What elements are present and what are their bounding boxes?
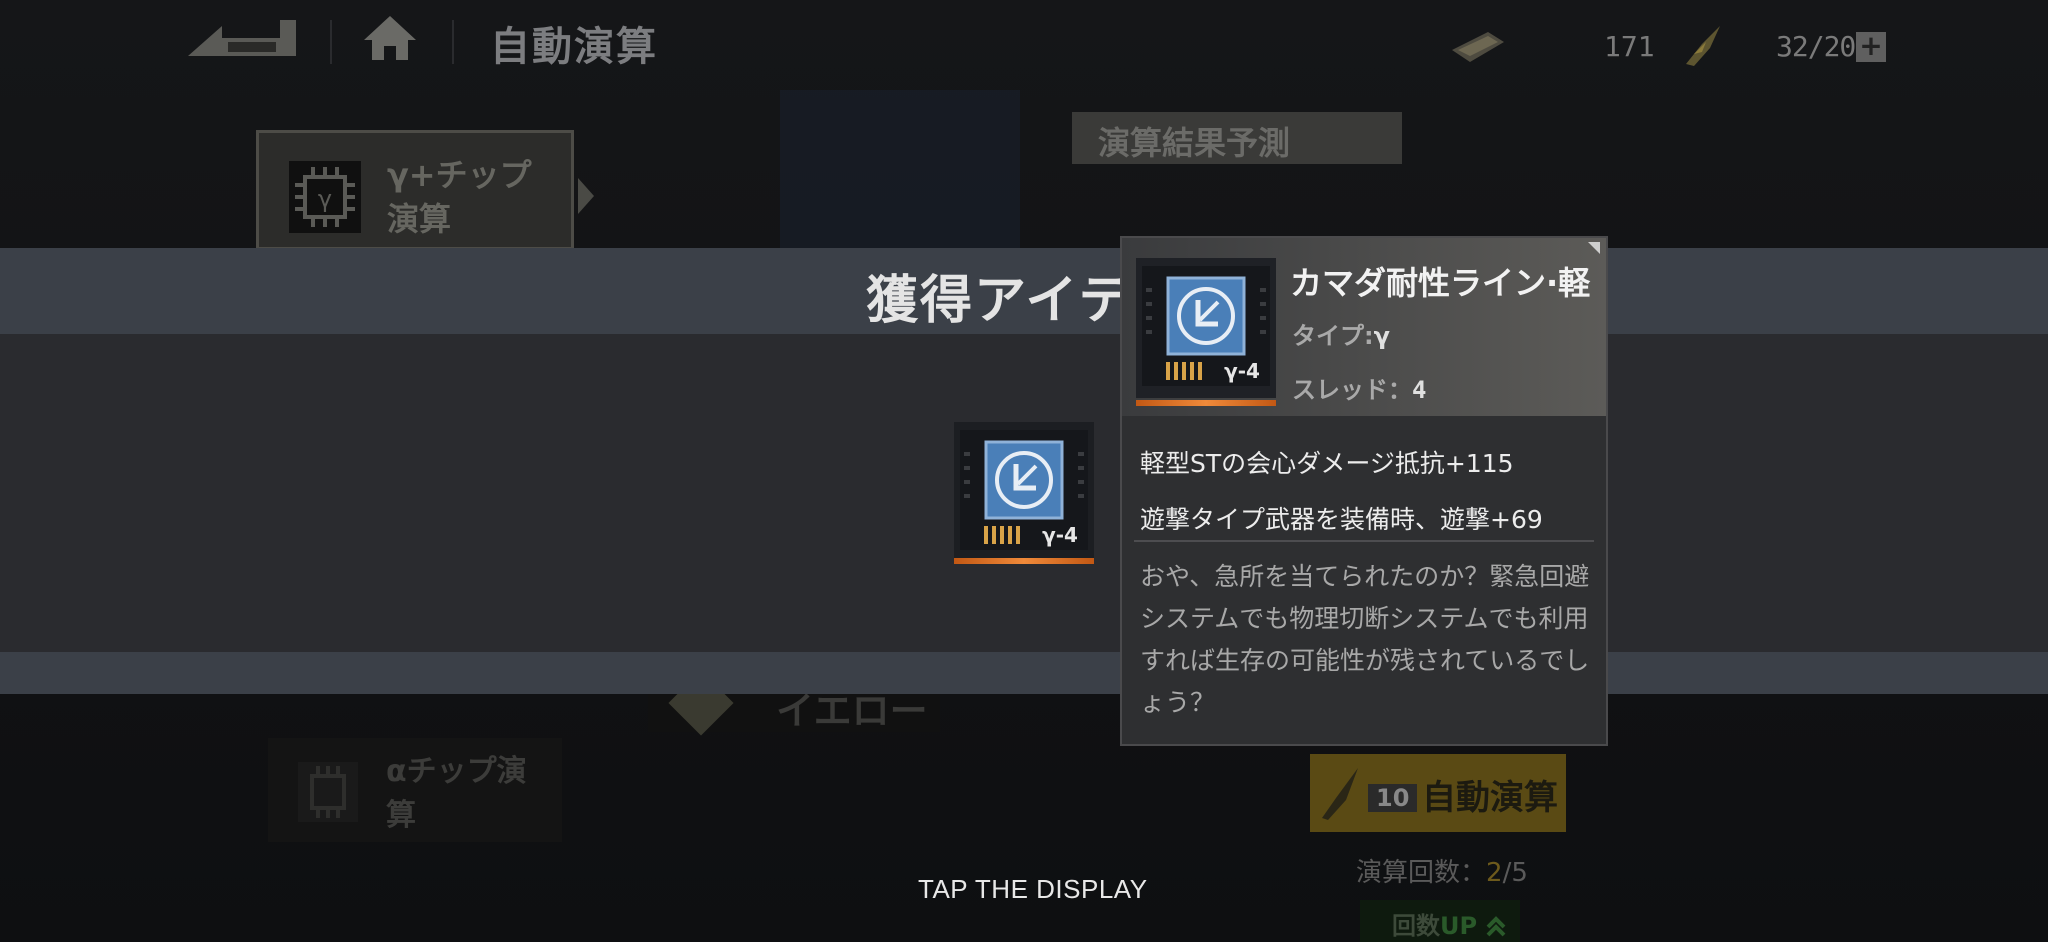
chip-icon: γ <box>289 161 361 233</box>
divider <box>1134 540 1594 542</box>
calc-count-prefix: 演算回数： <box>1356 858 1487 888</box>
item-name: カマダ耐性ライン·軽 <box>1290 264 1591 302</box>
background-scene <box>780 90 1020 250</box>
calc-count-current: 2 <box>1486 858 1503 888</box>
alpha-chip-menu-button[interactable]: αチップ演算 <box>268 738 562 842</box>
item-type: タイプ:γ <box>1292 316 1390 351</box>
alpha-chip-menu-label: αチップ演算 <box>386 754 527 833</box>
home-button[interactable] <box>362 14 418 62</box>
item-detail-tooltip: γ-4 カマダ耐性ライン·軽 タイプ:γ スレッド：4 軽型STの会心ダメージ抵… <box>1120 236 1608 746</box>
ammo-resource-icon <box>1448 28 1508 64</box>
item-effect-2: 遊撃タイプ武器を装備時、遊撃+69 <box>1140 505 1543 534</box>
count-up-prefix: 回数 <box>1392 912 1440 940</box>
divider <box>452 20 454 64</box>
acquired-item-code: γ-4 <box>1042 523 1078 547</box>
count-up-button[interactable]: 回数UP <box>1360 900 1520 942</box>
count-up-label: 回数UP <box>1392 906 1507 941</box>
home-icon <box>364 16 416 60</box>
acquired-chip-item[interactable]: γ-4 <box>954 422 1094 564</box>
tap-to-continue-label[interactable]: TAP THE DISPLAY <box>918 874 1148 905</box>
sword-icon <box>1322 768 1358 820</box>
corner-marker-icon <box>1588 242 1600 254</box>
page-title: 自動演算 <box>490 24 658 70</box>
item-type-value: γ <box>1373 322 1390 350</box>
svg-text:γ: γ <box>318 185 332 213</box>
item-description: おや、急所を当てられたのか？緊急回避システムでも物理切断システムでも利用すれば生… <box>1140 562 1590 717</box>
energy-resource-icon <box>1680 24 1724 68</box>
chip-icon <box>298 762 358 822</box>
calc-count-total: /5 <box>1502 858 1528 888</box>
gamma-chip-menu-label: γ+チップ演算 <box>387 156 532 238</box>
rarity-underline <box>1136 400 1276 406</box>
resource1-value: 171 <box>1604 30 1655 63</box>
tooltip-item-code: γ-4 <box>1224 359 1260 383</box>
menu-selected-arrow-icon <box>578 178 594 214</box>
acquired-items-title: 獲得アイテ <box>866 271 1133 331</box>
tooltip-header: γ-4 カマダ耐性ライン·軽 タイプ:γ スレッド：4 <box>1122 238 1606 416</box>
back-button[interactable] <box>188 14 298 62</box>
top-bar: 自動演算 171 32/200 + <box>0 0 2048 85</box>
divider <box>330 20 332 64</box>
item-thread-label: スレッド： <box>1292 376 1412 404</box>
chevron-up-icon <box>1487 916 1506 937</box>
calc-count-text: 演算回数：2/5 <box>1356 852 1528 889</box>
prediction-label: 演算結果予測 <box>1072 112 1402 164</box>
chip-icon: γ-4 <box>960 430 1088 550</box>
add-resource-button[interactable]: + <box>1856 32 1886 62</box>
item-type-label: タイプ: <box>1292 322 1374 350</box>
count-up-suffix: UP <box>1440 912 1478 940</box>
gamma-chip-menu-button[interactable]: γ γ+チップ演算 <box>256 130 574 250</box>
rarity-underline <box>954 558 1094 564</box>
item-thread-value: 4 <box>1412 376 1427 404</box>
auto-calc-button[interactable]: 10 自動演算 <box>1310 754 1566 832</box>
item-thread: スレッド：4 <box>1292 370 1426 405</box>
auto-calc-count-badge: 10 <box>1368 784 1418 812</box>
chip-icon: γ-4 <box>1142 266 1270 386</box>
acquired-footer-band <box>0 652 2048 694</box>
tooltip-chip-icon: γ-4 <box>1136 258 1276 406</box>
auto-calc-label: 自動演算 <box>1422 778 1558 818</box>
item-effect-1: 軽型STの会心ダメージ抵抗+115 <box>1140 449 1514 478</box>
back-arrow-icon <box>188 20 296 56</box>
